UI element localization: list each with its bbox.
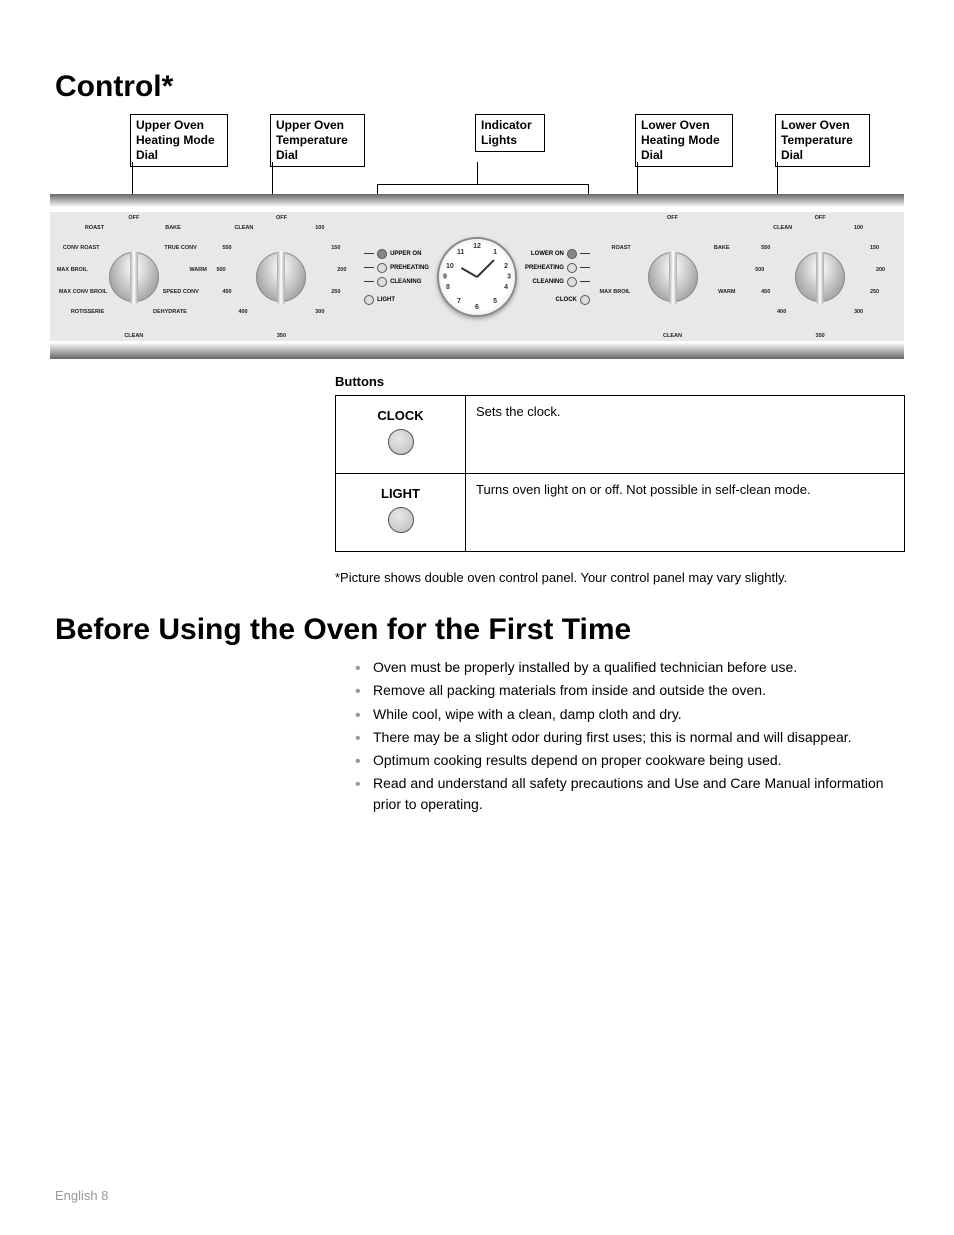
lower-temp-dial: OFF 100 150 200 250 300 350 400 450 500 …: [755, 217, 885, 337]
indicator-dot-icon: [567, 277, 577, 287]
button-name: LIGHT: [346, 486, 455, 501]
knob-icon: [109, 252, 159, 302]
list-item: Oven must be properly installed by a qua…: [355, 657, 899, 677]
indicator-dot-icon: [567, 263, 577, 273]
callout-upper-mode: Upper OvenHeating ModeDial: [130, 114, 228, 167]
page-footer: English 8: [55, 1188, 108, 1203]
upper-mode-dial: OFF BAKE TRUE CONV WARM SPEED CONV DEHYD…: [69, 217, 199, 337]
knob-icon: [795, 252, 845, 302]
button-description: Turns oven light on or off. Not possible…: [466, 474, 905, 552]
clock-button-icon: [580, 295, 590, 305]
control-panel-diagram: Upper OvenHeating ModeDial Upper OvenTem…: [55, 114, 899, 364]
list-item: Read and understand all safety precautio…: [355, 773, 899, 814]
list-item: Optimum cooking results depend on proper…: [355, 750, 899, 770]
upper-temp-dial: OFF 100 150 200 250 300 350 400 450 500 …: [216, 217, 346, 337]
footnote: *Picture shows double oven control panel…: [335, 570, 899, 585]
knob-icon: [256, 252, 306, 302]
callout-lower-temp: Lower OvenTemperatureDial: [775, 114, 870, 167]
indicator-dot-icon: [377, 277, 387, 287]
callout-indicator: IndicatorLights: [475, 114, 545, 152]
table-row: LIGHT Turns oven light on or off. Not po…: [336, 474, 905, 552]
analog-clock: 12 1 2 3 4 5 6 7 8 9 10 11: [437, 237, 517, 317]
center-indicator-group: UPPER ON PREHEATING CLEANING LIGHT 12 1 …: [364, 237, 590, 317]
button-icon: [388, 507, 414, 533]
indicator-dot-icon: [377, 263, 387, 273]
list-item: While cool, wipe with a clean, damp clot…: [355, 704, 899, 724]
light-button-icon: [364, 295, 374, 305]
heading-before-using: Before Using the Oven for the First Time: [55, 613, 899, 647]
control-panel: OFF BAKE TRUE CONV WARM SPEED CONV DEHYD…: [50, 194, 904, 359]
buttons-table: CLOCK Sets the clock. LIGHT Turns oven l…: [335, 395, 905, 552]
lower-mode-dial: OFF BAKE WARM CLEAN MAX BROIL ROAST: [608, 217, 738, 337]
list-item: There may be a slight odor during first …: [355, 727, 899, 747]
indicator-left-column: UPPER ON PREHEATING CLEANING LIGHT: [364, 249, 429, 305]
buttons-heading: Buttons: [335, 374, 899, 389]
indicator-right-column: LOWER ON PREHEATING CLEANING CLOCK: [525, 249, 590, 305]
button-description: Sets the clock.: [466, 396, 905, 474]
callout-lower-mode: Lower OvenHeating ModeDial: [635, 114, 733, 167]
button-name: CLOCK: [346, 408, 455, 423]
indicator-dot-icon: [567, 249, 577, 259]
callout-upper-temp: Upper OvenTemperatureDial: [270, 114, 365, 167]
list-item: Remove all packing materials from inside…: [355, 680, 899, 700]
button-icon: [388, 429, 414, 455]
indicator-dot-icon: [377, 249, 387, 259]
knob-icon: [648, 252, 698, 302]
table-row: CLOCK Sets the clock.: [336, 396, 905, 474]
heading-control: Control*: [55, 70, 899, 104]
before-using-list: Oven must be properly installed by a qua…: [355, 657, 899, 814]
